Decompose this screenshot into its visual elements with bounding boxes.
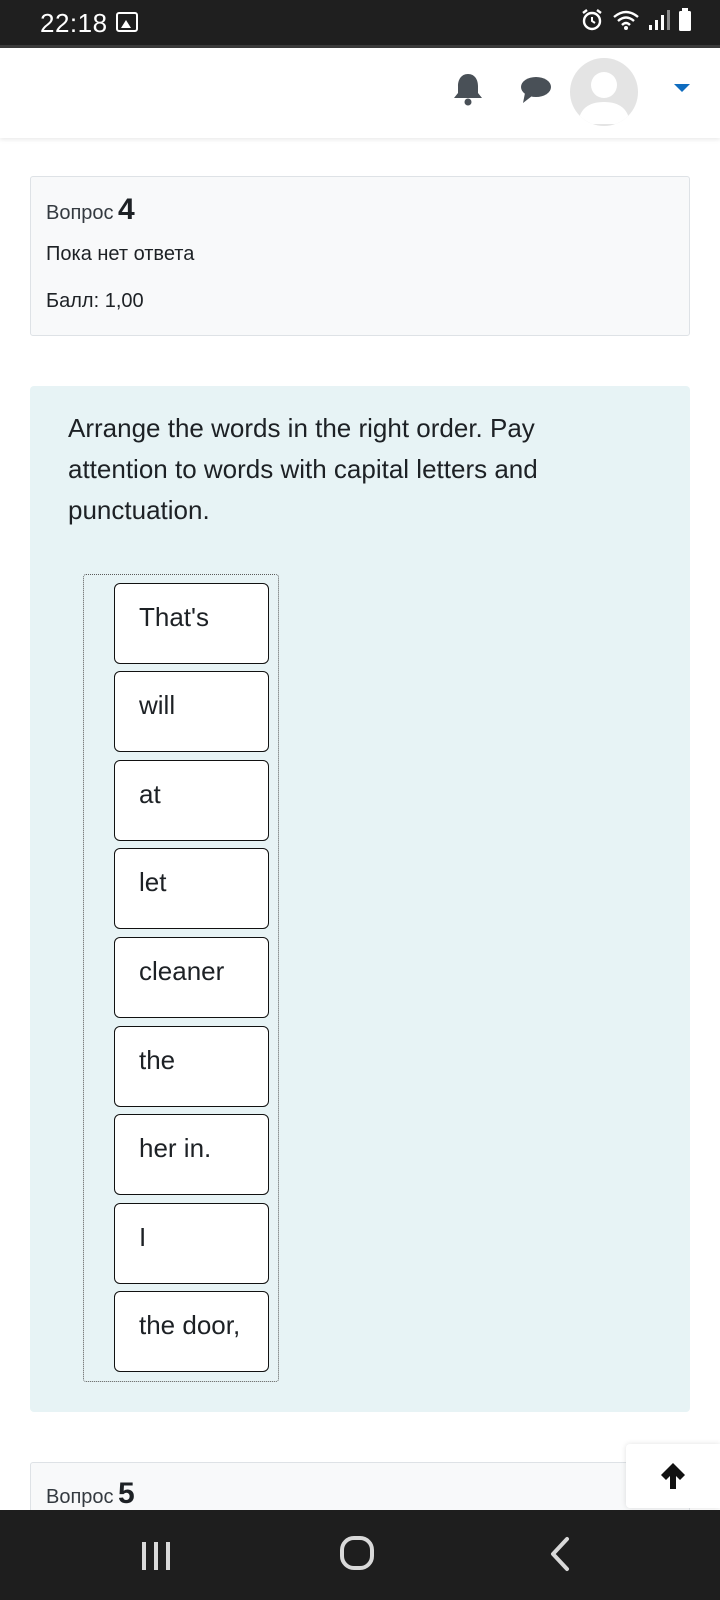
ordering-list: That's will at let cleaner the her in. I…	[83, 574, 279, 1382]
alarm-icon	[582, 9, 602, 31]
back-to-top-button[interactable]	[626, 1444, 720, 1508]
bell-icon[interactable]	[452, 72, 484, 106]
question-grade: Балл: 1,00	[46, 290, 144, 312]
ordering-item[interactable]: let	[114, 848, 269, 929]
back-icon[interactable]	[548, 1536, 572, 1572]
home-icon[interactable]	[340, 1536, 374, 1570]
arrow-up-icon	[661, 1463, 685, 1489]
status-bar: 22:18	[0, 0, 720, 45]
chat-icon[interactable]	[520, 76, 552, 104]
ordering-item[interactable]: will	[114, 671, 269, 752]
recent-apps-icon[interactable]	[138, 1538, 174, 1574]
gallery-icon	[116, 12, 138, 32]
wifi-icon	[613, 10, 639, 30]
question-text: Arrange the words in the right order. Pa…	[68, 413, 538, 525]
next-question-label: Вопрос	[46, 1486, 114, 1508]
ordering-item[interactable]: I	[114, 1203, 269, 1284]
question-info: Вопрос 4 Пока нет ответа Балл: 1,00	[30, 176, 690, 336]
avatar[interactable]	[570, 58, 638, 126]
chevron-down-icon[interactable]	[674, 84, 690, 92]
question-formulation: Arrange the words in the right order. Pa…	[30, 386, 690, 1412]
question-state: Пока нет ответа	[46, 243, 195, 265]
ordering-item[interactable]: her in.	[114, 1114, 269, 1195]
status-time: 22:18	[40, 8, 108, 38]
top-navbar	[0, 48, 720, 138]
question-number-value: 4	[118, 193, 135, 226]
ordering-item[interactable]: the	[114, 1026, 269, 1107]
battery-icon	[679, 8, 691, 31]
signal-icon	[649, 10, 670, 30]
question-number: Вопрос 4	[46, 193, 674, 227]
system-nav-bar	[0, 1510, 720, 1600]
ordering-item[interactable]: the door,	[114, 1291, 269, 1372]
next-question-number: 5	[118, 1477, 135, 1510]
ordering-item[interactable]: That's	[114, 583, 269, 664]
system-icons	[580, 8, 692, 32]
question-label: Вопрос	[46, 202, 114, 224]
ordering-item[interactable]: at	[114, 760, 269, 841]
user-icon	[578, 72, 630, 124]
ordering-item[interactable]: cleaner	[114, 937, 269, 1018]
